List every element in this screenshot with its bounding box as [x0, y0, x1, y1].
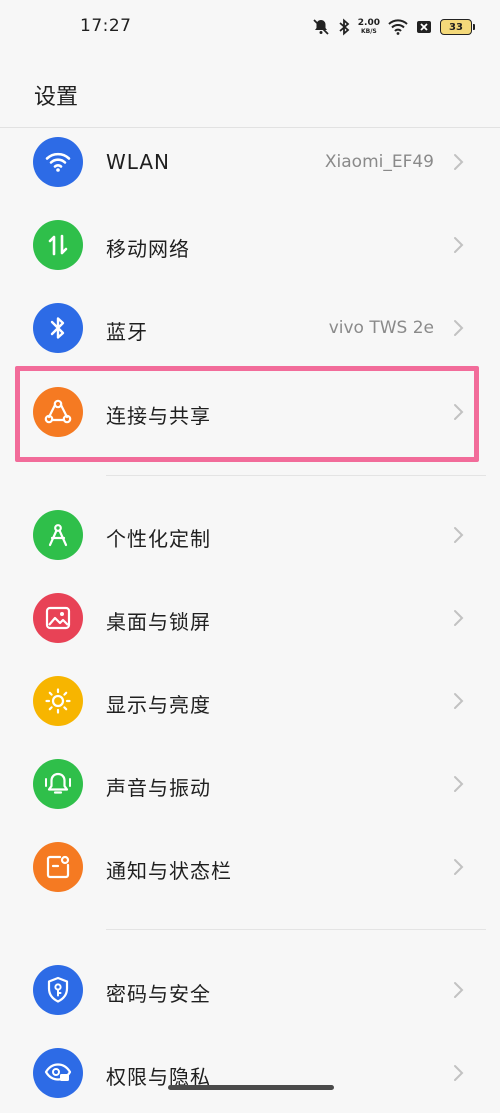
settings-item-label: 蓝牙: [106, 320, 148, 344]
chevron-right-icon: [454, 154, 464, 170]
battery-icon: 33: [440, 19, 475, 35]
settings-item-permission-privacy[interactable]: 权限与隐私: [0, 1033, 500, 1113]
settings-item-home-lock-screen[interactable]: 桌面与锁屏: [0, 578, 500, 658]
settings-item-sound-vibration[interactable]: 声音与振动: [0, 744, 500, 824]
net-speed: 2.00 KB/S: [357, 18, 380, 36]
settings-item-value: Xiaomi_EF49: [324, 152, 434, 172]
chevron-right-icon: [454, 693, 464, 709]
picture-icon: [33, 593, 83, 643]
home-indicator[interactable]: [168, 1085, 334, 1090]
chevron-right-icon: [454, 610, 464, 626]
settings-item-label: 个性化定制: [106, 527, 211, 551]
group-divider: [106, 475, 486, 476]
sim-none-icon: [416, 19, 432, 35]
settings-item-notification-statusbar[interactable]: 通知与状态栏: [0, 827, 500, 907]
settings-item-label: 声音与振动: [106, 776, 211, 800]
status-time: 17:27: [80, 16, 132, 36]
bell-vibrate-icon: [33, 759, 83, 809]
notification-icon: [33, 842, 83, 892]
status-bar: 17:27 2.00 KB/S 33: [0, 0, 500, 56]
battery-level: 33: [449, 21, 463, 33]
shield-key-icon: [33, 965, 83, 1015]
chevron-right-icon: [454, 776, 464, 792]
settings-item-bluetooth[interactable]: 蓝牙 vivo TWS 2e: [0, 288, 500, 368]
settings-item-display-brightness[interactable]: 显示与亮度: [0, 661, 500, 741]
settings-item-label: 桌面与锁屏: [106, 610, 211, 634]
settings-item-label: 移动网络: [106, 237, 190, 261]
wifi-icon: [388, 19, 408, 35]
wifi-icon: [33, 137, 83, 187]
settings-item-label: WLAN: [106, 150, 171, 174]
chevron-right-icon: [454, 1065, 464, 1081]
page-title: 设置: [34, 85, 79, 110]
settings-item-mobile-network[interactable]: 移动网络: [0, 205, 500, 285]
chevron-right-icon: [454, 237, 464, 253]
settings-item-password-security[interactable]: 密码与安全: [0, 950, 500, 1030]
compass-icon: [33, 510, 83, 560]
bluetooth-icon: [338, 18, 350, 36]
highlight-box: [15, 366, 479, 462]
bluetooth-icon: [33, 303, 83, 353]
settings-item-value: vivo TWS 2e: [328, 318, 434, 338]
chevron-right-icon: [454, 527, 464, 543]
settings-item-label: 通知与状态栏: [106, 859, 232, 883]
settings-item-wlan[interactable]: WLAN Xiaomi_EF49: [0, 122, 500, 202]
net-speed-unit: KB/S: [361, 28, 377, 35]
sun-icon: [33, 676, 83, 726]
chevron-right-icon: [454, 859, 464, 875]
net-speed-value: 2.00: [357, 18, 380, 28]
chevron-right-icon: [454, 320, 464, 336]
mobile-data-icon: [33, 220, 83, 270]
status-icons: 2.00 KB/S 33: [312, 14, 475, 40]
settings-item-personalization[interactable]: 个性化定制: [0, 495, 500, 575]
chevron-right-icon: [454, 982, 464, 998]
group-divider: [106, 929, 486, 930]
mute-bell-icon: [312, 18, 330, 36]
settings-item-label: 密码与安全: [106, 982, 211, 1006]
settings-item-label: 显示与亮度: [106, 693, 211, 717]
eye-lock-icon: [33, 1048, 83, 1098]
